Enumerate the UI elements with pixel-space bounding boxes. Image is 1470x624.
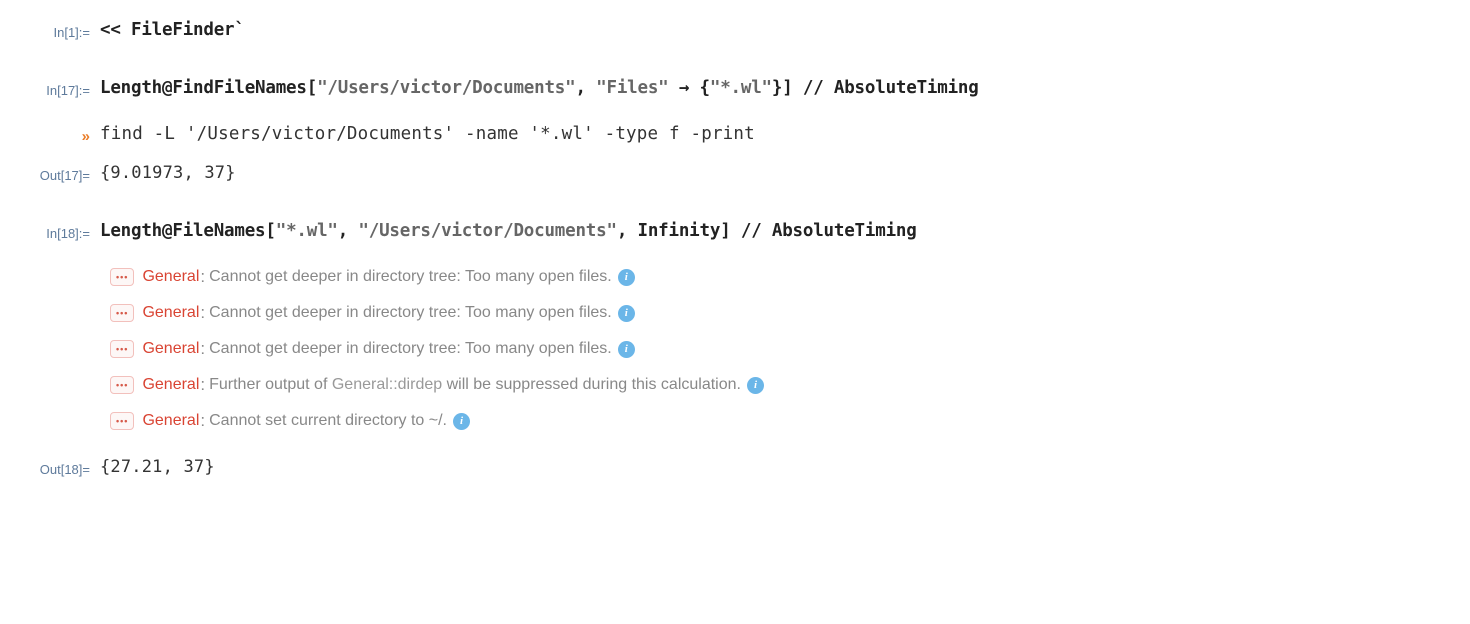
dots-icon: ••• — [116, 417, 128, 426]
info-icon[interactable]: i — [618, 305, 635, 322]
message-row: ••• General: Further output of General::… — [25, 375, 1445, 395]
message-text: Cannot get deeper in directory tree: Too… — [209, 340, 612, 358]
dots-icon: ••• — [116, 273, 128, 282]
info-icon[interactable]: i — [747, 377, 764, 394]
message-text: Further output of General::dirdep will b… — [209, 376, 741, 394]
in-label-18: In[18]:= — [25, 221, 100, 241]
in-label-17: In[17]:= — [25, 78, 100, 98]
message-tag[interactable]: General — [142, 412, 199, 430]
echo-cell-17: » find -L '/Users/victor/Documents' -nam… — [25, 124, 1445, 145]
message-opener-button[interactable]: ••• — [110, 412, 134, 430]
message-opener-button[interactable]: ••• — [110, 268, 134, 286]
output-cell-17: Out[17]= {9.01973, 37} — [25, 163, 1445, 183]
info-icon[interactable]: i — [453, 413, 470, 430]
message-tag[interactable]: General — [142, 340, 199, 358]
input-cell-18: In[18]:= Length@FileNames["*.wl", "/User… — [25, 221, 1445, 241]
message-text: Cannot set current directory to ~/. — [209, 412, 447, 430]
dots-icon: ••• — [116, 309, 128, 318]
code-input-1[interactable]: << FileFinder` — [100, 20, 245, 40]
output-value-17: {9.01973, 37} — [100, 163, 236, 183]
output-cell-18: Out[18]= {27.21, 37} — [25, 457, 1445, 477]
code-input-18[interactable]: Length@FileNames["*.wl", "/Users/victor/… — [100, 221, 917, 241]
dots-icon: ••• — [116, 345, 128, 354]
message-row: ••• General: Cannot get deeper in direct… — [25, 267, 1445, 287]
message-text: Cannot get deeper in directory tree: Too… — [209, 304, 612, 322]
message-opener-button[interactable]: ••• — [110, 304, 134, 322]
message-tag[interactable]: General — [142, 376, 199, 394]
message-opener-button[interactable]: ••• — [110, 340, 134, 358]
output-value-18: {27.21, 37} — [100, 457, 215, 477]
dots-icon: ••• — [116, 381, 128, 390]
message-text: Cannot get deeper in directory tree: Too… — [209, 268, 612, 286]
info-icon[interactable]: i — [618, 341, 635, 358]
message-row: ••• General: Cannot get deeper in direct… — [25, 339, 1445, 359]
code-input-17[interactable]: Length@FindFileNames["/Users/victor/Docu… — [100, 78, 979, 98]
in-label-1: In[1]:= — [25, 20, 100, 40]
message-row: ••• General: Cannot set current director… — [25, 411, 1445, 431]
message-tag[interactable]: General — [142, 268, 199, 286]
echo-marker-icon: » — [25, 124, 100, 145]
out-label-17: Out[17]= — [25, 163, 100, 183]
message-row: ••• General: Cannot get deeper in direct… — [25, 303, 1445, 323]
out-label-18: Out[18]= — [25, 457, 100, 477]
info-icon[interactable]: i — [618, 269, 635, 286]
input-cell-17: In[17]:= Length@FindFileNames["/Users/vi… — [25, 78, 1445, 98]
echo-text: find -L '/Users/victor/Documents' -name … — [100, 124, 755, 144]
input-cell-1: In[1]:= << FileFinder` — [25, 20, 1445, 40]
message-tag[interactable]: General — [142, 304, 199, 322]
message-opener-button[interactable]: ••• — [110, 376, 134, 394]
